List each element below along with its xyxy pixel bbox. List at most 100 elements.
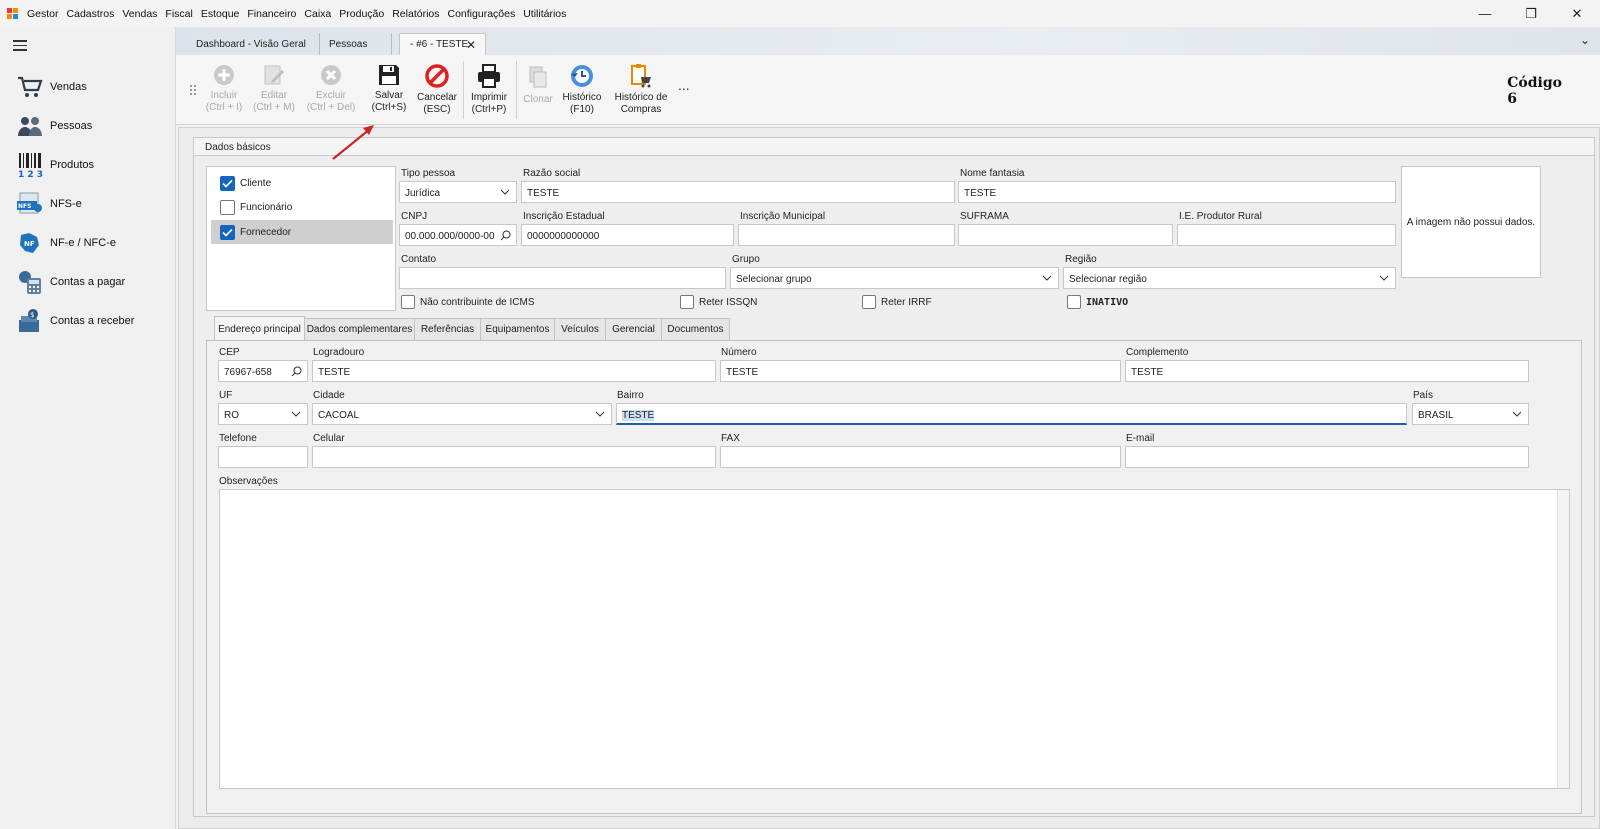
hamburger-menu-icon[interactable] bbox=[13, 40, 27, 51]
razao-social-field[interactable]: TESTE bbox=[521, 181, 955, 203]
sidebar-item-contas-receber[interactable]: $ Contas a receber bbox=[16, 305, 134, 337]
contato-field[interactable] bbox=[399, 267, 726, 289]
sidebar-item-produtos[interactable]: 1 2 3 Produtos bbox=[16, 149, 94, 181]
more-options-button[interactable]: ... bbox=[678, 77, 690, 93]
grupo-select[interactable]: Selecionar grupo bbox=[730, 267, 1059, 289]
delete-icon bbox=[321, 65, 341, 85]
minimize-button[interactable]: — bbox=[1462, 0, 1508, 27]
menu-estoque[interactable]: Estoque bbox=[197, 8, 244, 20]
sidebar-item-vendas[interactable]: Vendas bbox=[16, 71, 87, 103]
cnpj-field[interactable]: 00.000.000/0000-00 bbox=[399, 224, 517, 246]
tab-pessoas[interactable]: Pessoas bbox=[320, 33, 392, 55]
sidebar-item-pessoas[interactable]: Pessoas bbox=[16, 110, 92, 142]
checkbox-unchecked-icon[interactable] bbox=[401, 295, 415, 309]
sidebar-item-nfe[interactable]: NF NF-e / NFC-e bbox=[16, 227, 116, 259]
telefone-field[interactable] bbox=[218, 446, 308, 468]
sidebar-item-contas-pagar[interactable]: Contas a pagar bbox=[16, 266, 125, 298]
editar-button[interactable]: Editar (Ctrl + M) bbox=[246, 63, 302, 114]
suframa-field[interactable] bbox=[958, 224, 1173, 246]
image-placeholder[interactable]: A imagem não possui dados. bbox=[1401, 166, 1541, 278]
menu-gestor[interactable]: Gestor bbox=[23, 8, 63, 20]
history-icon bbox=[571, 65, 593, 87]
cidade-select[interactable]: CACOAL bbox=[312, 403, 612, 425]
checklist-item-fornecedor[interactable]: Fornecedor bbox=[211, 220, 393, 244]
checkbox-unchecked-icon[interactable] bbox=[680, 295, 694, 309]
svg-text:NF: NF bbox=[24, 240, 35, 248]
historico-button[interactable]: Histórico (F10) bbox=[554, 63, 610, 116]
checkbox-checked-icon[interactable] bbox=[220, 224, 235, 240]
checkbox-checked-icon[interactable] bbox=[220, 175, 235, 191]
cep-label: CEP bbox=[219, 347, 240, 358]
excluir-shortcut: (Ctrl + Del) bbox=[306, 102, 356, 113]
checklist-item-funcionario[interactable]: Funcionário bbox=[211, 195, 393, 219]
complemento-field[interactable]: TESTE bbox=[1125, 360, 1529, 382]
vertical-scrollbar[interactable] bbox=[1557, 490, 1569, 788]
chevron-down-icon bbox=[1043, 275, 1051, 281]
menu-configuracoes[interactable]: Configurações bbox=[444, 8, 520, 20]
menu-cadastros[interactable]: Cadastros bbox=[63, 8, 119, 20]
checkbox-unchecked-icon[interactable] bbox=[862, 295, 876, 309]
ie-produtor-field[interactable] bbox=[1177, 224, 1396, 246]
sidebar-item-nfse[interactable]: NFS NFS-e bbox=[16, 188, 82, 220]
observacoes-textarea[interactable] bbox=[219, 489, 1570, 789]
cancelar-label: Cancelar bbox=[416, 92, 458, 103]
menu-financeiro[interactable]: Financeiro bbox=[243, 8, 300, 20]
observacoes-label: Observações bbox=[219, 476, 278, 487]
imprimir-button[interactable]: Imprimir (Ctrl+P) bbox=[461, 63, 517, 116]
close-window-button[interactable]: ✕ bbox=[1554, 0, 1600, 27]
celular-field[interactable] bbox=[312, 446, 716, 468]
tab-gerencial[interactable]: Gerencial bbox=[605, 318, 662, 341]
cancelar-button[interactable]: Cancelar (ESC) bbox=[409, 63, 465, 116]
menu-fiscal[interactable]: Fiscal bbox=[161, 8, 196, 20]
tab-overflow-chevron-icon[interactable]: ⌄ bbox=[1580, 33, 1590, 47]
email-field[interactable] bbox=[1125, 446, 1529, 468]
tab-pessoa-teste[interactable]: - #6 - TESTE ✕ bbox=[399, 33, 486, 55]
tab-dashboard[interactable]: Dashboard - Visão Geral bbox=[178, 33, 320, 55]
nome-fantasia-field[interactable]: TESTE bbox=[958, 181, 1396, 203]
tab-endereco-principal[interactable]: Endereço principal bbox=[214, 316, 305, 341]
document-tabstrip: Dashboard - Visão Geral Pessoas - #6 - T… bbox=[176, 27, 1600, 55]
menu-caixa[interactable]: Caixa bbox=[300, 8, 335, 20]
restore-button[interactable]: ❐ bbox=[1508, 0, 1554, 27]
excluir-button[interactable]: Excluir (Ctrl + Del) bbox=[303, 63, 359, 114]
tipo-pessoa-select[interactable]: Jurídica bbox=[399, 181, 517, 203]
menu-vendas[interactable]: Vendas bbox=[118, 8, 161, 20]
cart-icon bbox=[16, 73, 44, 101]
close-tab-icon[interactable]: ✕ bbox=[466, 38, 476, 52]
tab-veiculos[interactable]: Veículos bbox=[554, 318, 606, 341]
menu-utilitarios[interactable]: Utilitários bbox=[519, 8, 570, 20]
tab-equipamentos[interactable]: Equipamentos bbox=[480, 318, 555, 341]
inscricao-estadual-field[interactable]: 0000000000000 bbox=[521, 224, 734, 246]
incluir-button[interactable]: Incluir (Ctrl + I) bbox=[196, 63, 252, 114]
search-icon[interactable] bbox=[291, 366, 302, 377]
nao-contribuinte-checkbox[interactable]: Não contribuinte de ICMS bbox=[401, 295, 535, 309]
inativo-checkbox[interactable]: INATIVO bbox=[1067, 295, 1128, 309]
inscricao-municipal-field[interactable] bbox=[738, 224, 955, 246]
logradouro-field[interactable]: TESTE bbox=[312, 360, 716, 382]
numero-field[interactable]: TESTE bbox=[720, 360, 1121, 382]
cancel-icon bbox=[425, 64, 449, 88]
tab-documentos[interactable]: Documentos bbox=[661, 318, 730, 341]
menu-producao[interactable]: Produção bbox=[335, 8, 388, 20]
fax-field[interactable] bbox=[720, 446, 1121, 468]
checkbox-unchecked-icon[interactable] bbox=[1067, 295, 1081, 309]
checkbox-unchecked-icon[interactable] bbox=[220, 199, 235, 215]
reter-irrf-checkbox[interactable]: Reter IRRF bbox=[862, 295, 932, 309]
nome-fantasia-label: Nome fantasia bbox=[960, 168, 1025, 179]
reter-issqn-checkbox[interactable]: Reter ISSQN bbox=[680, 295, 757, 309]
people-icon bbox=[16, 112, 44, 140]
regiao-select[interactable]: Selecionar região bbox=[1063, 267, 1396, 289]
menu-relatorios[interactable]: Relatórios bbox=[388, 8, 443, 20]
cep-field[interactable]: 76967-658 bbox=[218, 360, 308, 382]
historico-compras-button[interactable]: Histórico de Compras bbox=[609, 63, 673, 116]
tab-referencias[interactable]: Referências bbox=[414, 318, 481, 341]
sidebar-item-label: Produtos bbox=[50, 159, 95, 171]
sidebar-item-label: NF-e / NFC-e bbox=[50, 237, 116, 249]
bairro-field[interactable]: TESTE bbox=[616, 403, 1407, 425]
tab-dados-complementares[interactable]: Dados complementares bbox=[304, 318, 415, 341]
checklist-item-cliente[interactable]: Cliente bbox=[211, 171, 393, 195]
cep-value: 76967-658 bbox=[224, 367, 272, 378]
search-icon[interactable] bbox=[500, 230, 511, 241]
uf-select[interactable]: RO bbox=[218, 403, 308, 425]
pais-select[interactable]: BRASIL bbox=[1412, 403, 1529, 425]
